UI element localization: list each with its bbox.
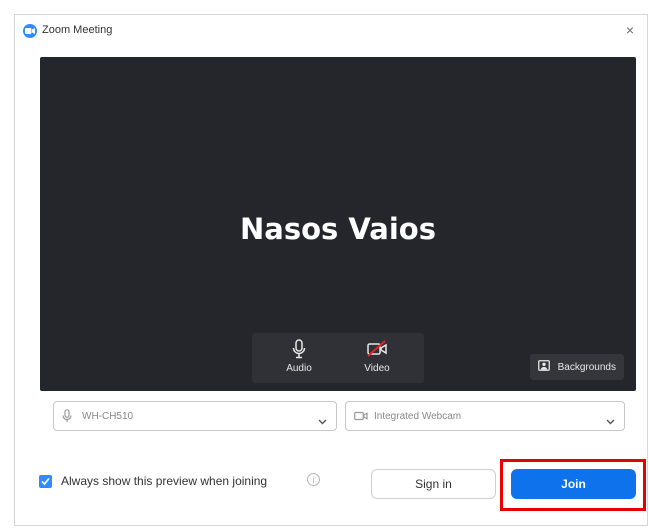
- title-bar: Zoom Meeting ×: [15, 15, 647, 49]
- join-button[interactable]: Join: [511, 469, 636, 499]
- audio-button[interactable]: Audio: [264, 337, 334, 381]
- close-icon[interactable]: ×: [621, 21, 639, 39]
- zoom-preview-window: Zoom Meeting × Nasos Vaios Audio Video B…: [14, 14, 648, 526]
- window-title: Zoom Meeting: [42, 24, 113, 36]
- backgrounds-label: Backgrounds: [557, 361, 616, 373]
- audio-device-select[interactable]: WH-CH510: [53, 401, 337, 431]
- video-label: Video: [364, 363, 390, 374]
- zoom-logo-icon: [23, 24, 37, 38]
- participant-name: Nasos Vaios: [240, 212, 436, 246]
- video-device-select[interactable]: Integrated Webcam: [345, 401, 625, 431]
- backgrounds-icon: [537, 358, 550, 376]
- video-preview: Nasos Vaios Audio Video Backgrounds: [40, 57, 636, 391]
- microphone-icon: [264, 337, 334, 361]
- audio-label: Audio: [286, 363, 312, 374]
- chevron-down-icon: [318, 412, 327, 430]
- always-show-preview-label[interactable]: Always show this preview when joining: [61, 474, 267, 488]
- microphone-icon: [62, 409, 72, 428]
- always-show-preview-checkbox[interactable]: [39, 475, 52, 488]
- video-button[interactable]: Video: [342, 337, 412, 381]
- video-device-value: Integrated Webcam: [374, 411, 462, 422]
- checkmark-icon: [41, 477, 50, 486]
- camera-icon: [354, 409, 368, 427]
- backgrounds-button[interactable]: Backgrounds: [529, 354, 624, 380]
- preview-controls: Audio Video: [252, 333, 424, 383]
- sign-in-button[interactable]: Sign in: [371, 469, 496, 499]
- audio-device-value: WH-CH510: [82, 411, 134, 422]
- video-off-icon: [342, 337, 412, 361]
- info-icon[interactable]: i: [307, 473, 320, 486]
- chevron-down-icon: [606, 412, 615, 430]
